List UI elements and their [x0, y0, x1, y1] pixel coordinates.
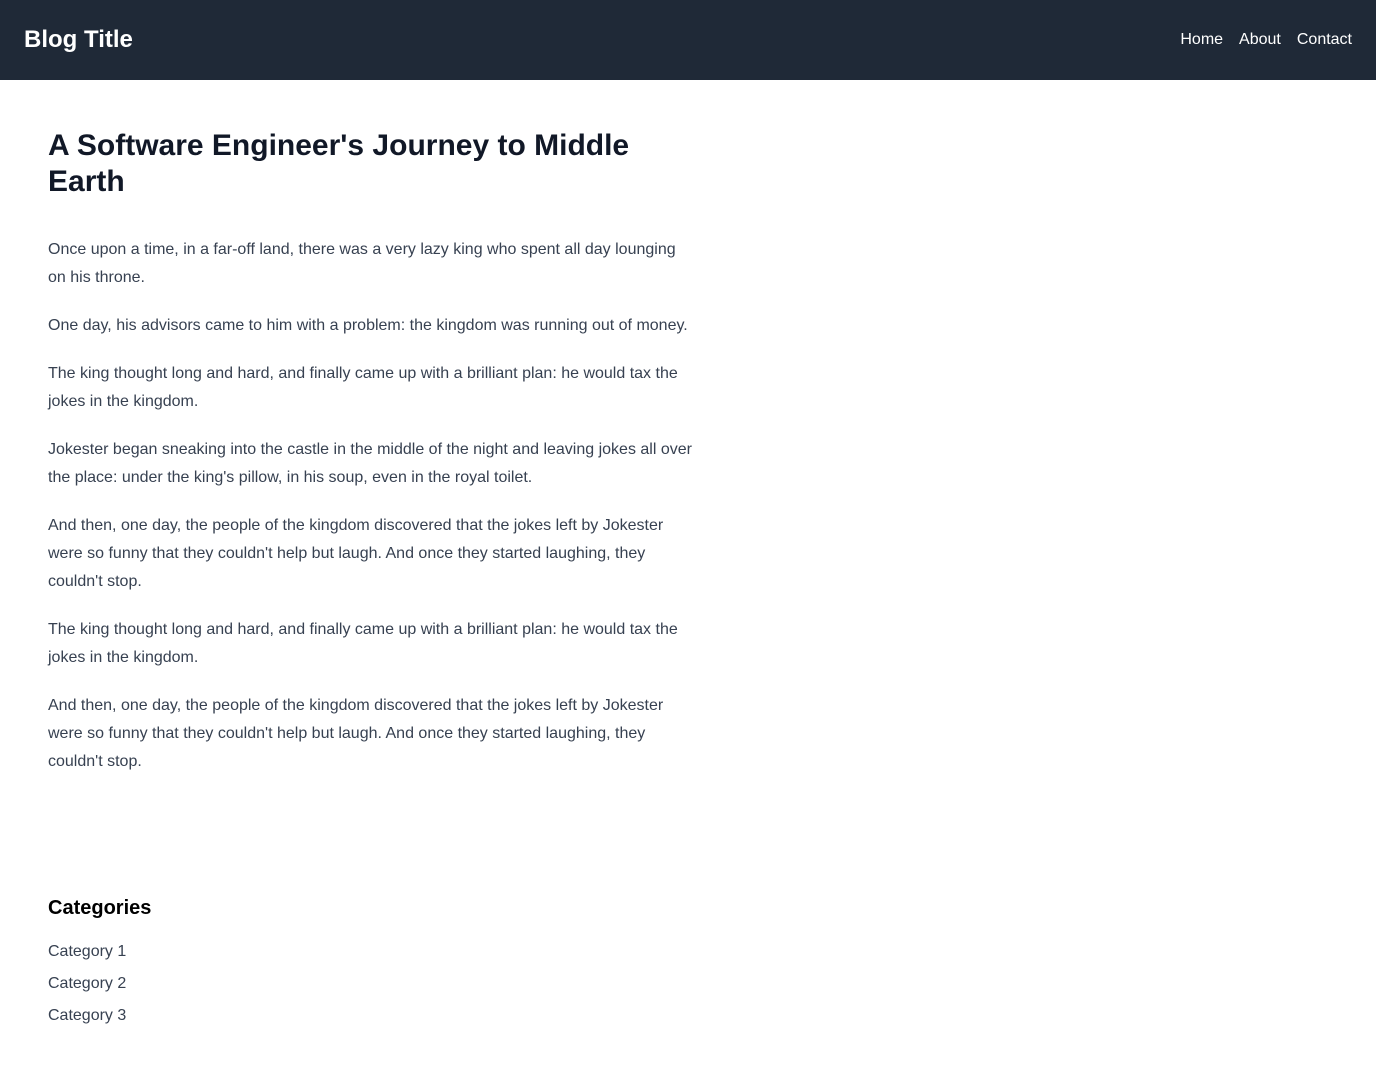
top-navigation-bar: Blog Title Home About Contact	[0, 0, 1376, 80]
post-title: A Software Engineer's Journey to Middle …	[48, 129, 630, 198]
category-3-link[interactable]: Category 3	[48, 1007, 126, 1024]
post-paragraph: And then, one day, the people of the kin…	[48, 517, 664, 590]
category-1-link[interactable]: Category 1	[48, 943, 126, 960]
categories-section: Categories Category 1 Category 2 Categor…	[48, 894, 151, 1036]
post-paragraph: The king thought long and hard, and fina…	[48, 365, 678, 410]
blog-title-link[interactable]: Blog Title	[24, 24, 133, 56]
post-paragraph: And then, one day, the people of the kin…	[48, 697, 664, 770]
post-paragraph: One day, his advisors came to him with a…	[48, 317, 688, 334]
main-nav: Home About Contact	[1180, 28, 1352, 52]
list-item: Category 2	[48, 972, 151, 996]
category-2-link[interactable]: Category 2	[48, 975, 126, 992]
categories-heading: Categories	[48, 897, 152, 919]
categories-list: Category 1 Category 2 Category 3	[48, 940, 151, 1028]
list-item: Category 1	[48, 940, 151, 964]
nav-contact-link[interactable]: Contact	[1297, 28, 1352, 52]
post-paragraph: Jokester began sneaking into the castle …	[48, 441, 692, 486]
nav-about-link[interactable]: About	[1239, 28, 1281, 52]
list-item: Category 3	[48, 1004, 151, 1028]
post-body: Once upon a time, in a far-off land, the…	[48, 236, 696, 776]
post-paragraph: Once upon a time, in a far-off land, the…	[48, 241, 676, 286]
article: A Software Engineer's Journey to Middle …	[48, 128, 696, 796]
post-paragraph: The king thought long and hard, and fina…	[48, 621, 678, 666]
nav-home-link[interactable]: Home	[1180, 28, 1223, 52]
